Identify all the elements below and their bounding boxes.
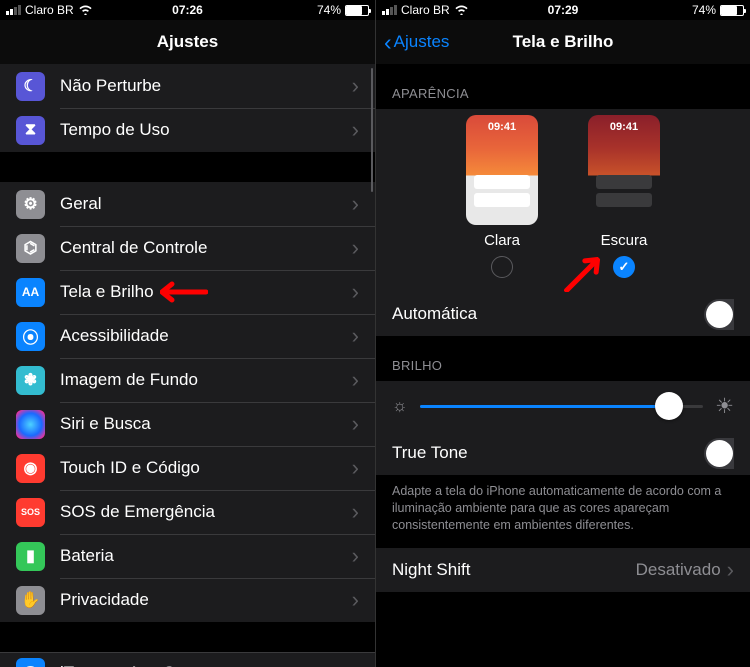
- aa-icon: AA: [16, 278, 45, 307]
- brightness-header: BRILHO: [376, 336, 750, 381]
- brightness-slider[interactable]: [420, 405, 704, 408]
- status-bar: Claro BR 07:26 74%: [0, 0, 375, 20]
- dark-preview: 09:41: [588, 115, 660, 225]
- chevron-left-icon: ‹: [384, 31, 392, 54]
- appearance-picker: 09:41 Clara 09:41 Escura: [376, 109, 750, 292]
- true-tone-footer: Adapte a tela do iPhone automaticamente …: [376, 475, 750, 548]
- battery-icon: [345, 5, 369, 16]
- sun-large-icon: ☀: [715, 394, 734, 419]
- moon-icon: ☾: [16, 72, 45, 101]
- chevron-right-icon: ›: [727, 557, 734, 583]
- status-bar: Claro BR 07:29 74%: [376, 0, 750, 20]
- true-tone-label: True Tone: [392, 443, 704, 463]
- back-label: Ajustes: [394, 32, 450, 52]
- person-icon: ⦿: [16, 322, 45, 351]
- hand-icon: ✋: [16, 586, 45, 615]
- appearance-header: APARÊNCIA: [376, 64, 750, 109]
- settings-row-imagem-de-fundo[interactable]: ❃ Imagem de Fundo›: [0, 358, 375, 402]
- switches-icon: ⌬: [16, 234, 45, 263]
- settings-row-touch-id-e-c-digo[interactable]: ◉ Touch ID e Código›: [0, 446, 375, 490]
- light-label: Clara: [484, 232, 520, 249]
- chevron-right-icon: ›: [352, 235, 359, 261]
- settings-row-itunes-e-app-store[interactable]: ⒶiTunes e App Store›: [0, 652, 375, 667]
- chevron-right-icon: ›: [352, 73, 359, 99]
- chevron-right-icon: ›: [352, 499, 359, 525]
- automatic-toggle[interactable]: [704, 299, 734, 330]
- page-title: Ajustes: [157, 32, 218, 52]
- flower-icon: ❃: [16, 366, 45, 395]
- row-label: Touch ID e Código: [60, 458, 352, 478]
- chevron-right-icon: ›: [352, 543, 359, 569]
- settings-row-tela-e-brilho[interactable]: AA Tela e Brilho›: [0, 270, 375, 314]
- row-label: SOS de Emergência: [60, 502, 352, 522]
- night-shift-row[interactable]: Night Shift Desativado ›: [376, 548, 750, 592]
- chevron-right-icon: ›: [352, 117, 359, 143]
- back-button[interactable]: ‹ Ajustes: [384, 31, 449, 54]
- row-label: Siri e Busca: [60, 414, 352, 434]
- siri-icon: [16, 410, 45, 439]
- hourglass-icon: ⧗: [16, 116, 45, 145]
- clock: 07:26: [0, 3, 375, 17]
- light-radio[interactable]: [491, 256, 513, 278]
- settings-row-bateria[interactable]: ▮ Bateria›: [0, 534, 375, 578]
- settings-row-sos-de-emerg-ncia[interactable]: SOS SOS de Emergência›: [0, 490, 375, 534]
- nav-bar: ‹ Ajustes Tela e Brilho: [376, 20, 750, 64]
- settings-row-tempo-de-uso[interactable]: ⧗ Tempo de Uso›: [0, 108, 375, 152]
- chevron-right-icon: ›: [352, 660, 359, 667]
- row-label: Central de Controle: [60, 238, 352, 258]
- automatic-row[interactable]: Automática: [376, 292, 750, 336]
- automatic-label: Automática: [392, 304, 704, 324]
- display-brightness-screen: Claro BR 07:29 74% ‹ Ajustes Tela e Bril…: [375, 0, 750, 667]
- true-tone-toggle[interactable]: [704, 438, 734, 469]
- settings-row-privacidade[interactable]: ✋ Privacidade›: [0, 578, 375, 622]
- row-label: Geral: [60, 194, 352, 214]
- settings-row-siri-e-busca[interactable]: Siri e Busca›: [0, 402, 375, 446]
- night-shift-value: Desativado: [636, 560, 721, 580]
- chevron-right-icon: ›: [352, 367, 359, 393]
- scroll-indicator: [371, 68, 374, 192]
- appearance-option-dark[interactable]: 09:41 Escura: [588, 115, 660, 278]
- display-settings-list[interactable]: APARÊNCIA 09:41 Clara 09:41 Escura: [376, 64, 750, 667]
- page-title: Tela e Brilho: [513, 32, 614, 52]
- row-label: Acessibilidade: [60, 326, 352, 346]
- row-label: Tela e Brilho: [60, 282, 352, 302]
- settings-row-central-de-controle[interactable]: ⌬ Central de Controle›: [0, 226, 375, 270]
- light-preview: 09:41: [466, 115, 538, 225]
- row-label: iTunes e App Store: [60, 663, 352, 667]
- night-shift-label: Night Shift: [392, 560, 636, 580]
- row-label: Bateria: [60, 546, 352, 566]
- appstore-icon: Ⓐ: [16, 658, 45, 667]
- battery-icon: [720, 5, 744, 16]
- appearance-option-light[interactable]: 09:41 Clara: [466, 115, 538, 278]
- row-label: Não Perturbe: [60, 76, 352, 96]
- chevron-right-icon: ›: [352, 455, 359, 481]
- brightness-slider-row: ☼ ☀: [376, 381, 750, 431]
- gear-icon: ⚙: [16, 190, 45, 219]
- clock: 07:29: [376, 3, 750, 17]
- chevron-right-icon: ›: [352, 191, 359, 217]
- sun-small-icon: ☼: [392, 396, 408, 416]
- settings-screen: Claro BR 07:26 74% Ajustes ☾ Não Perturbe…: [0, 0, 375, 667]
- settings-row-geral[interactable]: ⚙ Geral›: [0, 182, 375, 226]
- chevron-right-icon: ›: [352, 279, 359, 305]
- sos-icon: SOS: [16, 498, 45, 527]
- dark-radio[interactable]: [613, 256, 635, 278]
- settings-row-n-o-perturbe[interactable]: ☾ Não Perturbe›: [0, 64, 375, 108]
- dark-label: Escura: [601, 232, 648, 249]
- true-tone-row[interactable]: True Tone: [376, 431, 750, 475]
- row-label: Privacidade: [60, 590, 352, 610]
- battery-icon: ▮: [16, 542, 45, 571]
- row-label: Imagem de Fundo: [60, 370, 352, 390]
- nav-bar: Ajustes: [0, 20, 375, 64]
- settings-row-acessibilidade[interactable]: ⦿ Acessibilidade›: [0, 314, 375, 358]
- row-label: Tempo de Uso: [60, 120, 352, 140]
- fingerprint-icon: ◉: [16, 454, 45, 483]
- chevron-right-icon: ›: [352, 411, 359, 437]
- chevron-right-icon: ›: [352, 323, 359, 349]
- chevron-right-icon: ›: [352, 587, 359, 613]
- settings-list[interactable]: ☾Não Perturbe›⧗Tempo de Uso›⚙Geral›⌬Cent…: [0, 64, 375, 667]
